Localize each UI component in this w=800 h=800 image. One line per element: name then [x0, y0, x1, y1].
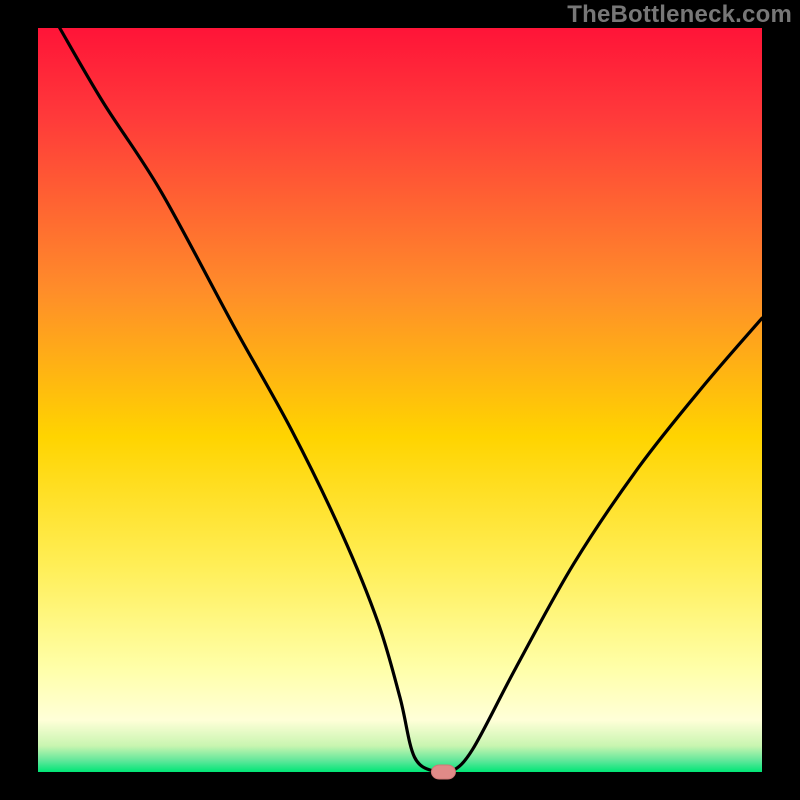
- chart-root: TheBottleneck.com: [0, 0, 800, 800]
- bottleneck-chart: [0, 0, 800, 800]
- plot-background: [38, 28, 762, 772]
- current-point-marker: [431, 765, 455, 779]
- watermark-text: TheBottleneck.com: [567, 1, 792, 29]
